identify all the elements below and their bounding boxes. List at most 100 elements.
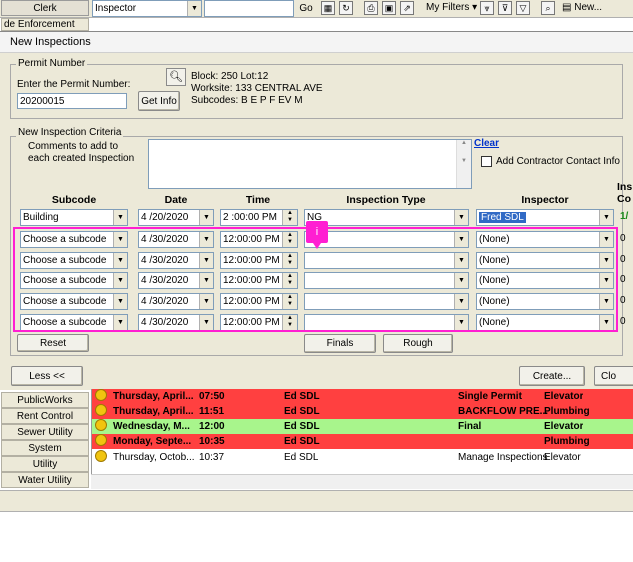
status-face-icon	[95, 450, 107, 462]
side-menu-item[interactable]: Rent Control	[1, 408, 89, 424]
header-inspector: Inspector	[521, 194, 569, 206]
filter-icon[interactable]: ⩔	[480, 1, 494, 15]
side-menu-item[interactable]: Sewer Utility	[1, 424, 89, 440]
row-count-value: 0	[620, 316, 626, 327]
create-button[interactable]: Create...	[519, 366, 585, 386]
list-description: BACKFLOW PRE...	[458, 406, 548, 417]
row-count-value: 0	[620, 295, 626, 306]
my-filters-button[interactable]: My Filters ▾	[426, 2, 477, 13]
permit-group-label: Permit Number	[16, 58, 88, 69]
list-category: Elevator	[544, 452, 581, 463]
add-contractor-label: Add Contractor Contact Info	[496, 156, 620, 167]
export-icon[interactable]: ⇗	[400, 1, 414, 15]
get-info-button[interactable]: Get Info	[138, 91, 180, 111]
info-icon[interactable]: i	[306, 221, 328, 249]
list-date: Thursday, April...	[113, 391, 194, 402]
time-spinner[interactable]: 2 :00:00 PM ▲ ▼	[220, 209, 298, 226]
block-text: Block: 250 Lot:12	[191, 71, 269, 82]
header-truncated-2: Co	[617, 193, 631, 205]
row-count-value: 0	[620, 274, 626, 285]
save-icon[interactable]: ▣	[382, 1, 396, 15]
subcode-select[interactable]: Building ▼	[20, 209, 128, 226]
funnel-icon[interactable]: ▽	[516, 1, 530, 15]
chevron-down-icon[interactable]: ▼	[187, 1, 201, 16]
row-count-value: 0	[620, 254, 626, 265]
chevron-down-icon[interactable]: ▼	[599, 210, 613, 225]
chevron-down-icon[interactable]: ▼	[454, 210, 468, 225]
header-subcode: Subcode	[51, 194, 97, 206]
grid-icon[interactable]: ▦	[321, 1, 335, 15]
dialog-titlebar: New Inspections	[0, 32, 633, 53]
status-face-icon	[95, 419, 107, 431]
list-item[interactable]: Thursday, Octob... 10:37 Ed SDL Manage Insp…	[92, 450, 633, 465]
inspection-type-select[interactable]: NG ▼	[304, 209, 469, 226]
list-time: 11:51	[199, 406, 225, 417]
list-date: Wednesday, M...	[113, 421, 190, 432]
go-button[interactable]: Go	[296, 0, 316, 16]
list-item[interactable]: Wednesday, M... 12:00 Ed SDL Final Elevator	[92, 419, 633, 434]
row-count-value: 1/	[620, 211, 629, 222]
list-time: 07:50	[199, 391, 225, 402]
time-spinner-value: 2 :00:00 PM	[223, 212, 277, 223]
spinner-icon[interactable]: ▲ ▼	[282, 210, 297, 225]
search-icon[interactable]: ⌕	[541, 1, 555, 15]
criteria-group-label: New Inspection Criteria	[16, 127, 124, 138]
inspector-select[interactable]: Fred SDL ▼	[476, 209, 614, 226]
tab-clerk[interactable]: Clerk	[1, 0, 89, 16]
status-face-icon	[95, 389, 107, 401]
header-truncated-1: Ins	[617, 181, 633, 193]
query-combo[interactable]: Inspector ▼	[92, 0, 202, 17]
new-button[interactable]: ▤ New...	[562, 2, 602, 13]
query-value-input[interactable]	[204, 0, 294, 17]
tab-code-enforcement[interactable]: de Enforcement	[1, 18, 89, 31]
side-menu-item[interactable]: Utility	[1, 456, 89, 472]
list-category: Plumbing	[544, 436, 590, 447]
row-count-value: 0	[620, 233, 626, 244]
list-description: Final	[458, 421, 482, 432]
finals-button[interactable]: Finals	[304, 334, 376, 353]
chevron-down-icon[interactable]: ▼	[199, 210, 213, 225]
list-description: Single Permit	[458, 391, 522, 402]
date-picker-value: 4 /20/2020	[141, 212, 189, 223]
list-item[interactable]: Thursday, April... 07:50 Ed SDL Single Perm…	[92, 389, 633, 404]
scrollbar[interactable]: ▲ ▼	[456, 140, 471, 188]
list-date: Thursday, Octob...	[113, 452, 195, 463]
magnifier-icon[interactable]: 🔍︎	[166, 68, 186, 86]
dialog-title: New Inspections	[10, 36, 91, 48]
permit-number-input[interactable]: 20200015	[17, 93, 127, 109]
chevron-down-icon[interactable]: ▼	[113, 210, 127, 225]
subcodes-text: Subcodes: B E P F EV M	[191, 95, 303, 106]
comments-textarea[interactable]: ▲ ▼	[148, 139, 472, 189]
list-item[interactable]: Monday, Septe... 10:35 Ed SDL Plumbing	[92, 434, 633, 449]
horizontal-scrollbar[interactable]	[91, 474, 633, 489]
list-inspector-name: Ed SDL	[284, 421, 320, 432]
permit-prompt: Enter the Permit Number:	[17, 79, 131, 90]
list-item[interactable]: Thursday, April... 11:51 Ed SDL BACKFLOW PR…	[92, 404, 633, 419]
reset-button[interactable]: Reset	[17, 334, 89, 352]
header-time: Time	[245, 194, 271, 206]
filter-edit-icon[interactable]: ⊽	[498, 1, 512, 15]
list-date: Monday, Septe...	[113, 436, 192, 447]
add-contractor-checkbox[interactable]	[481, 156, 492, 167]
list-category: Plumbing	[544, 406, 590, 417]
less-button[interactable]: Less <<	[11, 366, 83, 386]
refresh-icon[interactable]: ↻	[339, 1, 353, 15]
side-menu-item[interactable]: Water Utility	[1, 472, 89, 488]
list-date: Thursday, April...	[113, 406, 194, 417]
comments-label: Comments to add to each created Inspecti…	[28, 141, 135, 164]
status-face-icon	[95, 434, 107, 446]
side-menu-item[interactable]: System	[1, 440, 89, 456]
list-category: Elevator	[544, 391, 584, 402]
list-inspector-name: Ed SDL	[284, 406, 320, 417]
header-date: Date	[164, 194, 188, 206]
inspector-select-value: Fred SDL	[479, 212, 526, 223]
side-menu-item[interactable]: PublicWorks	[1, 392, 89, 408]
date-picker[interactable]: 4 /20/2020 ▼	[138, 209, 214, 226]
close-button[interactable]: Clo	[594, 366, 633, 386]
rough-button[interactable]: Rough	[383, 334, 453, 353]
clear-link[interactable]: Clear	[474, 138, 499, 149]
list-time: 10:37	[199, 452, 225, 463]
print-icon[interactable]: ⎙	[364, 1, 378, 15]
subcode-select-value: Building	[23, 212, 59, 223]
list-category: Elevator	[544, 421, 584, 432]
